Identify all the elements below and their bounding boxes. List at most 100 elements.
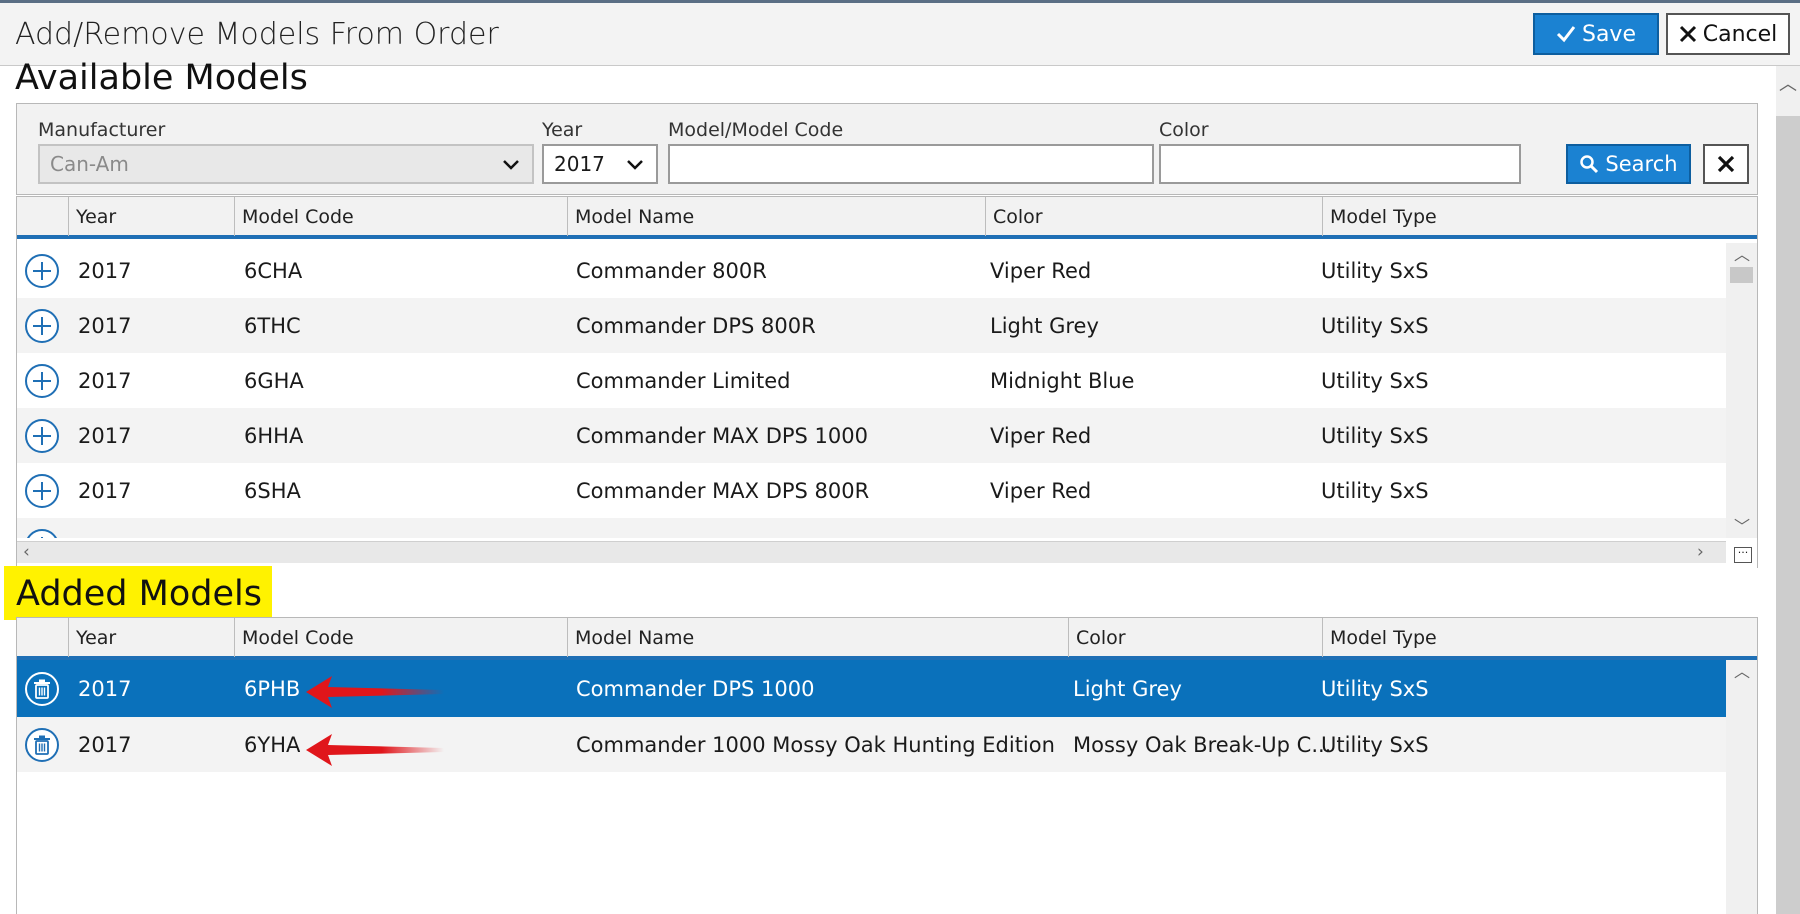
column-header-year[interactable]: Year bbox=[68, 197, 234, 236]
table-row[interactable]: 2017 6YHA Commander 1000 Mossy Oak Hunti… bbox=[17, 717, 1726, 772]
trash-icon[interactable] bbox=[25, 672, 59, 706]
plus-circle-icon[interactable] bbox=[25, 364, 59, 398]
table-row[interactable] bbox=[17, 518, 1726, 538]
cell-model-code: 6YHA bbox=[244, 732, 301, 757]
grid-hscrollbar[interactable]: ‹ › bbox=[17, 541, 1726, 563]
scroll-up-icon[interactable]: ︿ bbox=[1779, 70, 1797, 96]
cell-year: 2017 bbox=[78, 676, 132, 701]
scrollbar-thumb[interactable] bbox=[1730, 267, 1753, 283]
column-header-model-type[interactable]: Model Type bbox=[1322, 618, 1759, 657]
annotation-arrow bbox=[306, 676, 444, 708]
table-row[interactable]: 2017 6GHA Commander Limited Midnight Blu… bbox=[17, 353, 1726, 408]
cancel-button[interactable]: Cancel bbox=[1666, 13, 1790, 55]
cell-model-type: Utility SxS bbox=[1321, 676, 1429, 701]
save-label: Save bbox=[1581, 21, 1636, 47]
scroll-right-icon[interactable]: › bbox=[1697, 542, 1704, 562]
model-code-label: Model/Model Code bbox=[668, 119, 844, 141]
column-header-model-name[interactable]: Model Name bbox=[567, 618, 1068, 657]
grid-scrollbar[interactable]: ︿ bbox=[1726, 660, 1757, 914]
plus-circle-icon[interactable] bbox=[25, 474, 59, 508]
cell-model-type: Utility SxS bbox=[1321, 368, 1429, 393]
cell-model-name: Commander DPS 800R bbox=[576, 313, 816, 338]
table-row[interactable]: 2017 6SHA Commander MAX DPS 800R Viper R… bbox=[17, 463, 1726, 518]
cell-color: Light Grey bbox=[990, 313, 1099, 338]
filter-panel: Manufacturer Can-Am Year 2017 Model/Mode… bbox=[16, 103, 1758, 195]
column-header-color[interactable]: Color bbox=[985, 197, 1322, 236]
cell-year: 2017 bbox=[78, 423, 132, 448]
cell-color: Mossy Oak Break-Up C... bbox=[1073, 732, 1332, 757]
cell-model-name: Commander MAX DPS 800R bbox=[576, 478, 870, 503]
save-button[interactable]: Save bbox=[1533, 13, 1659, 55]
year-label: Year bbox=[542, 119, 583, 141]
table-row[interactable]: 2017 6HHA Commander MAX DPS 1000 Viper R… bbox=[17, 408, 1726, 463]
grid-header: Year Model Code Model Name Color Model T… bbox=[17, 617, 1757, 660]
cell-model-name: Commander 800R bbox=[576, 258, 767, 283]
scroll-left-icon[interactable]: ‹ bbox=[23, 542, 30, 562]
cell-color: Light Grey bbox=[1073, 676, 1182, 701]
manufacturer-select[interactable]: Can-Am bbox=[38, 144, 534, 184]
grid-scrollbar[interactable]: ︿ ﹀ bbox=[1726, 243, 1757, 538]
cell-model-code: 6GHA bbox=[244, 368, 304, 393]
available-models-grid: Year Model Code Model Name Color Model T… bbox=[16, 196, 1758, 568]
plus-circle-icon[interactable] bbox=[25, 419, 59, 453]
cell-model-code: 6CHA bbox=[244, 258, 303, 283]
cell-color: Viper Red bbox=[990, 258, 1092, 283]
added-models-heading: Added Models bbox=[4, 566, 272, 620]
cell-color: Viper Red bbox=[990, 423, 1092, 448]
cell-model-code: 6HHA bbox=[244, 423, 304, 448]
cell-model-code: 6PHB bbox=[244, 676, 301, 701]
window-title: Add/Remove Models From Order bbox=[15, 17, 499, 52]
table-row-selected[interactable]: 2017 6PHB Commander DPS 1000 Light Grey … bbox=[17, 660, 1726, 717]
cell-year: 2017 bbox=[78, 368, 132, 393]
column-header-color[interactable]: Color bbox=[1068, 618, 1322, 657]
cell-year: 2017 bbox=[78, 313, 132, 338]
cell-model-type: Utility SxS bbox=[1321, 313, 1429, 338]
chevron-down-icon bbox=[626, 150, 644, 186]
column-header-year[interactable]: Year bbox=[68, 618, 234, 657]
more-icon[interactable]: ··· bbox=[1734, 547, 1752, 563]
plus-circle-icon[interactable] bbox=[25, 254, 59, 288]
cell-model-type: Utility SxS bbox=[1321, 732, 1429, 757]
grid-header: Year Model Code Model Name Color Model T… bbox=[17, 196, 1757, 239]
added-models-grid: Year Model Code Model Name Color Model T… bbox=[16, 617, 1758, 914]
column-header-model-code[interactable]: Model Code bbox=[234, 618, 567, 657]
cancel-label: Cancel bbox=[1702, 21, 1778, 47]
scroll-up-icon[interactable]: ︿ bbox=[1734, 241, 1750, 265]
cell-year: 2017 bbox=[78, 258, 132, 283]
scroll-up-icon[interactable]: ︿ bbox=[1734, 658, 1750, 682]
manufacturer-value: Can-Am bbox=[50, 152, 129, 176]
cell-color: Midnight Blue bbox=[990, 368, 1135, 393]
close-icon bbox=[1717, 155, 1735, 173]
plus-circle-icon[interactable] bbox=[25, 309, 59, 343]
plus-circle-icon[interactable] bbox=[25, 529, 59, 538]
cell-model-code: 6SHA bbox=[244, 478, 301, 503]
clear-filters-button[interactable] bbox=[1703, 144, 1749, 184]
model-code-input[interactable] bbox=[668, 144, 1154, 184]
cell-model-type: Utility SxS bbox=[1321, 258, 1429, 283]
year-value: 2017 bbox=[554, 152, 605, 176]
table-row[interactable]: 2017 6THC Commander DPS 800R Light Grey … bbox=[17, 298, 1726, 353]
page-scrollbar-thumb[interactable] bbox=[1776, 116, 1800, 914]
cell-model-name: Commander DPS 1000 bbox=[576, 676, 815, 701]
search-label: Search bbox=[1605, 152, 1678, 176]
year-select[interactable]: 2017 bbox=[542, 144, 658, 184]
column-header-model-name[interactable]: Model Name bbox=[567, 197, 985, 236]
trash-icon[interactable] bbox=[25, 728, 59, 762]
search-button[interactable]: Search bbox=[1566, 144, 1691, 184]
manufacturer-label: Manufacturer bbox=[38, 119, 166, 141]
scroll-down-icon[interactable]: ﹀ bbox=[1734, 513, 1750, 537]
column-header-model-type[interactable]: Model Type bbox=[1322, 197, 1759, 236]
page-scrollbar[interactable]: ︿ bbox=[1776, 66, 1800, 914]
cell-model-name: Commander MAX DPS 1000 bbox=[576, 423, 868, 448]
cell-model-name: Commander Limited bbox=[576, 368, 791, 393]
search-icon bbox=[1580, 155, 1599, 174]
color-input[interactable] bbox=[1159, 144, 1521, 184]
checkmark-icon bbox=[1556, 26, 1576, 43]
cell-model-type: Utility SxS bbox=[1321, 423, 1429, 448]
table-row[interactable]: 2017 6CHA Commander 800R Viper Red Utili… bbox=[17, 243, 1726, 298]
column-header-model-code[interactable]: Model Code bbox=[234, 197, 567, 236]
annotation-arrow bbox=[306, 734, 444, 766]
cell-model-code: 6THC bbox=[244, 313, 301, 338]
available-models-heading: Available Models bbox=[15, 58, 308, 98]
cell-color: Viper Red bbox=[990, 478, 1092, 503]
